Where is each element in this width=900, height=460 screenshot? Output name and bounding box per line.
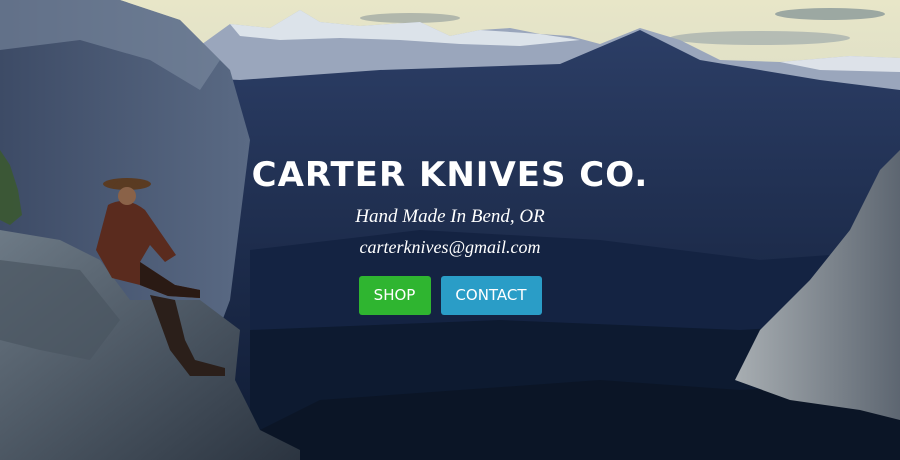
hero-section: CARTER KNIVES CO. Hand Made In Bend, OR … — [0, 0, 900, 460]
hero-content: CARTER KNIVES CO. Hand Made In Bend, OR … — [0, 150, 900, 315]
shop-button[interactable]: SHOP — [358, 276, 431, 315]
page-title: CARTER KNIVES CO. — [251, 155, 649, 195]
hero-buttons: SHOP CONTACT — [0, 276, 900, 315]
tagline: Hand Made In Bend, OR — [355, 206, 545, 227]
contact-button[interactable]: CONTACT — [440, 276, 542, 315]
contact-email: carterknives@gmail.com — [359, 237, 541, 257]
